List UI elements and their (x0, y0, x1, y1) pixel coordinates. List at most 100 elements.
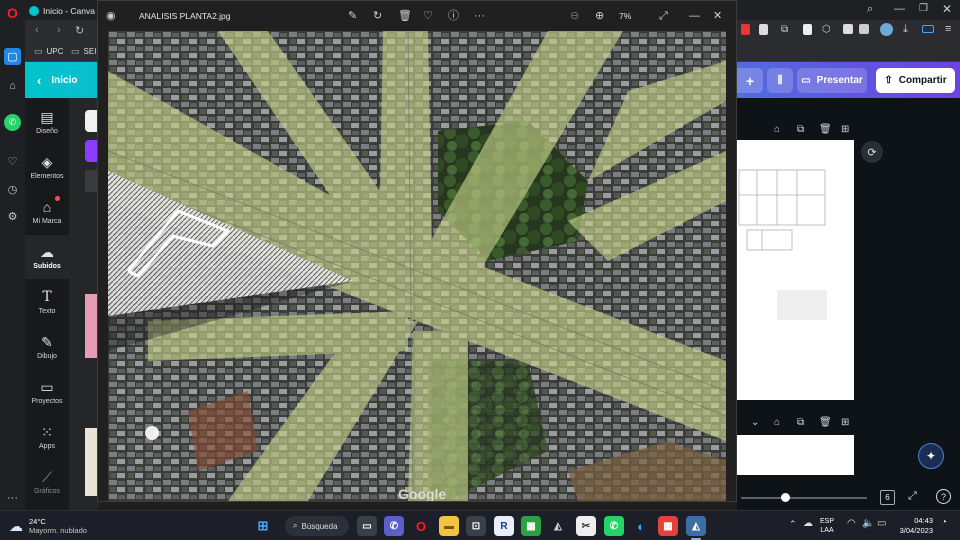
page-count-badge[interactable]: 6 (880, 490, 895, 505)
settings-icon[interactable]: ⚙ (4, 208, 21, 225)
language-indicator[interactable]: ESP LAA (820, 517, 834, 535)
cad-icon[interactable]: ◭ (548, 516, 568, 536)
share-label: Compartir (898, 75, 947, 86)
share-button[interactable]: ⇧ Compartir (876, 68, 955, 93)
add-page-icon[interactable]: ⊞ (841, 417, 849, 428)
tray-chevron-up-icon[interactable]: ⌃ (789, 519, 797, 530)
minimize-icon[interactable]: — (689, 9, 700, 23)
lang-line-2: LAA (820, 527, 834, 534)
download-icon[interactable]: ⤓ (903, 23, 908, 36)
rail-item-proyectos[interactable]: ▭ Proyectos (25, 370, 69, 414)
bookmark-upc[interactable]: ▭ UPC (34, 46, 63, 57)
rail-item-elementos[interactable]: ◈ Elementos (25, 145, 69, 189)
delete-icon[interactable]: 🗑 (819, 417, 832, 428)
delete-icon[interactable]: 🗑 (819, 124, 832, 135)
edge-icon[interactable]: ◐ (631, 516, 651, 536)
extension-copy-icon[interactable]: ⧉ (781, 24, 788, 35)
extension-box-icon[interactable] (843, 24, 853, 34)
favorite-icon[interactable]: ♡ (423, 9, 433, 23)
close-icon[interactable]: ✕ (942, 2, 952, 16)
opera-logo-icon[interactable]: O (4, 4, 21, 21)
wifi-icon[interactable]: ◠ (847, 518, 856, 529)
rotate-icon[interactable]: ↻ (373, 9, 382, 23)
search-icon[interactable]: ⌕ (867, 3, 873, 16)
add-page-icon[interactable]: ⊞ (841, 124, 849, 135)
floor-plan-sketch (738, 169, 827, 320)
duplicate-icon[interactable]: ⧉ (797, 417, 804, 428)
revit-icon[interactable]: R (494, 516, 514, 536)
volume-icon[interactable]: 🔈 (862, 518, 874, 529)
file-explorer-icon[interactable]: ▬ (439, 516, 459, 536)
extension-red-icon[interactable] (741, 24, 750, 35)
close-icon[interactable]: ✕ (713, 9, 722, 23)
lock-icon[interactable]: ⌂ (774, 124, 780, 135)
help-icon[interactable]: ? (936, 489, 951, 504)
zoom-in-icon[interactable]: ⊕ (595, 9, 604, 23)
store-icon[interactable]: ⊡ (466, 516, 486, 536)
weather-widget[interactable]: ☁ 24°C Mayorm. nublado (9, 517, 87, 535)
zoom-slider-handle[interactable] (781, 493, 790, 502)
home-button[interactable]: ‹ Inicio (25, 62, 97, 98)
minimize-icon[interactable]: — (894, 3, 905, 15)
more-icon[interactable]: ··· (474, 9, 485, 23)
extension-grid-icon[interactable] (859, 24, 869, 34)
extensions-icon[interactable]: ▢ (4, 48, 21, 65)
fullscreen-icon[interactable]: ⤢ (908, 490, 917, 503)
design-page-1[interactable] (737, 140, 854, 400)
chevron-down-icon[interactable]: ⌄ (751, 417, 759, 428)
photos-taskbar-icon[interactable]: ◭ (686, 516, 706, 536)
delete-icon[interactable]: 🗑 (398, 9, 412, 23)
rail-item-dibujo[interactable]: ✎ Dibujo (25, 325, 69, 369)
sketch-icon[interactable]: ✂ (576, 516, 596, 536)
archicad-icon[interactable]: ▦ (658, 516, 678, 536)
spreadsheet-icon[interactable]: ▦ (521, 516, 541, 536)
design-page-2[interactable] (737, 435, 854, 475)
search-button[interactable]: ⌕ Búsqueda (285, 516, 349, 536)
home-icon[interactable]: ⌂ (4, 77, 21, 94)
present-button[interactable]: ▭ Presentar (797, 68, 867, 93)
clock[interactable]: 04:43 3/04/2023 (893, 516, 933, 536)
extension-doc-icon[interactable] (759, 24, 768, 35)
task-view-icon[interactable]: ▭ (357, 516, 377, 536)
reload-icon[interactable]: ↻ (75, 24, 84, 37)
rail-item-diseno[interactable]: ▤ Diseño (25, 100, 69, 144)
canva-bottom-bar: 6 ⤢ ? (737, 486, 960, 510)
profile-avatar[interactable] (880, 23, 893, 36)
duplicate-icon[interactable]: ⧉ (797, 124, 804, 135)
opera-taskbar-icon[interactable]: O (411, 516, 431, 536)
cloud-tray-icon[interactable]: ☁ (803, 518, 813, 529)
add-button[interactable]: + (737, 68, 763, 93)
expand-icon[interactable]: ⤢ (659, 9, 668, 23)
teams-icon[interactable]: ✆ (384, 516, 404, 536)
back-icon[interactable]: ‹ (35, 24, 39, 36)
rail-item-graficos[interactable]: ⟋ Gráficos (25, 460, 69, 504)
more-icon[interactable]: ··· (4, 489, 21, 506)
heart-icon[interactable]: ♡ (4, 153, 21, 170)
forward-icon[interactable]: › (57, 24, 61, 36)
rail-item-texto[interactable]: T Texto (25, 280, 69, 324)
extension-page-icon[interactable] (803, 24, 812, 35)
whatsapp-taskbar-icon[interactable]: ✆ (604, 516, 624, 536)
rail-item-subidos[interactable]: ☁ Subidos (25, 235, 69, 279)
refresh-design-icon[interactable]: ⟳ (861, 141, 883, 163)
battery-tray-icon[interactable]: ▭ (877, 518, 886, 529)
history-icon[interactable]: ◷ (4, 181, 21, 198)
aerial-map-image[interactable]: Google (108, 31, 726, 501)
lock-icon[interactable]: ⌂ (774, 417, 780, 428)
edit-image-icon[interactable]: ✎ (348, 9, 357, 23)
restore-icon[interactable]: ❐ (919, 3, 928, 14)
info-icon[interactable]: ⓘ (448, 9, 459, 23)
rail-item-mi-marca[interactable]: ⌂ Mi Marca (25, 190, 69, 234)
windows-start-icon[interactable]: ⊞ (253, 516, 273, 536)
whatsapp-icon[interactable]: ✆ (4, 114, 21, 131)
rail-item-apps[interactable]: ⁙ Apps (25, 415, 69, 459)
zoom-slider-track[interactable] (741, 497, 867, 499)
magic-assistant-icon[interactable]: ✦ (918, 443, 944, 469)
extension-cube-icon[interactable]: ⬡ (822, 24, 831, 35)
tab-canva[interactable]: Inicio - Canva (29, 3, 101, 18)
menu-icon[interactable]: ≡ (945, 23, 951, 35)
bookmark-sei[interactable]: ▭ SEI (71, 46, 96, 57)
analytics-button[interactable]: ⫼ (767, 68, 793, 93)
zoom-out-icon[interactable]: ⊖ (570, 9, 579, 23)
notifications-icon[interactable]: ◔ (941, 517, 947, 528)
